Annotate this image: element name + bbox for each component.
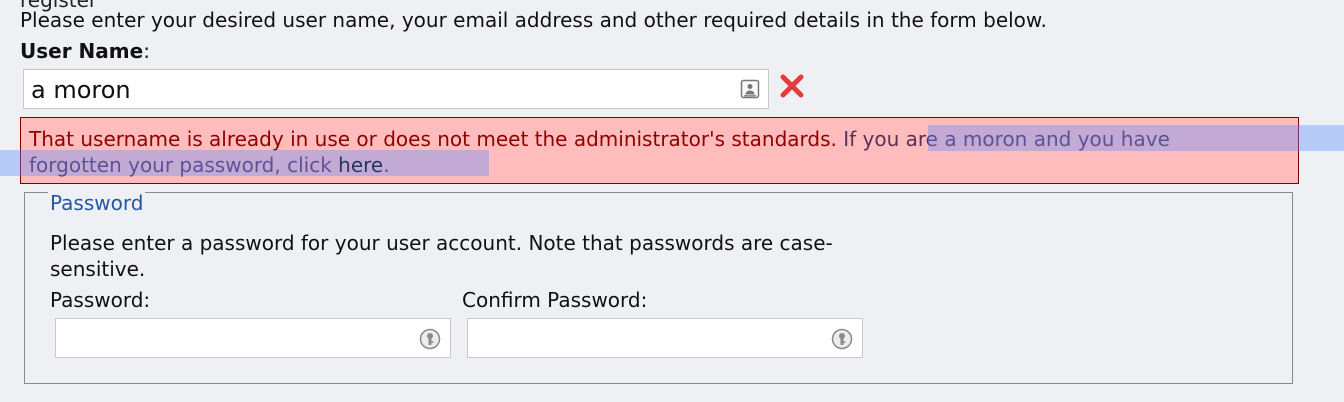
- key-icon: [419, 328, 441, 350]
- contact-card-icon: [740, 79, 760, 99]
- user-name-label-text: User Name: [20, 39, 144, 63]
- text-selection-highlight-line-2: [0, 150, 489, 176]
- confirm-password-field[interactable]: [467, 318, 863, 358]
- password-legend: Password: [48, 190, 146, 216]
- error-message-part-1: That username is already in use or does …: [29, 127, 844, 151]
- form-instructions: Please enter your desired user name, you…: [20, 8, 1047, 32]
- user-name-label-colon: :: [143, 39, 150, 63]
- user-name-value: a moron: [31, 76, 131, 104]
- user-name-field[interactable]: a moron: [23, 69, 769, 109]
- x-icon[interactable]: [778, 72, 806, 100]
- key-icon: [831, 328, 853, 350]
- password-description: Please enter a password for your user ac…: [50, 231, 833, 281]
- password-label: Password:: [50, 288, 151, 312]
- confirm-password-label: Confirm Password:: [462, 288, 648, 312]
- text-selection-highlight-line-1: [928, 125, 1344, 151]
- user-name-label: User Name:: [20, 38, 150, 64]
- password-field[interactable]: [55, 318, 451, 358]
